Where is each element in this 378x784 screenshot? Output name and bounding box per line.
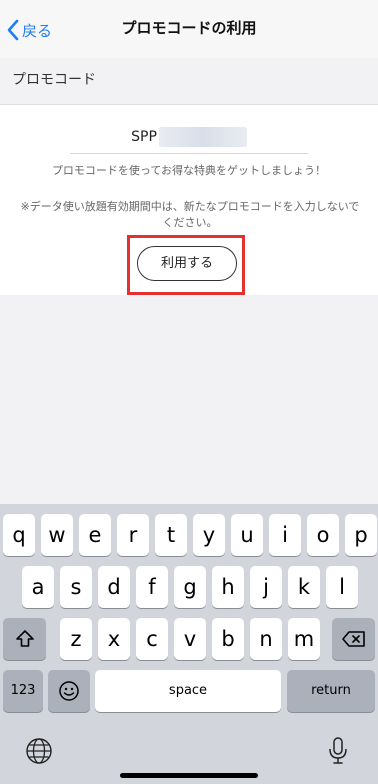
promo-code-value: SPP (131, 129, 157, 145)
key-i[interactable]: i (269, 514, 301, 556)
promo-code-underline (70, 153, 308, 154)
key-r[interactable]: r (117, 514, 149, 556)
key-h[interactable]: h (212, 566, 244, 608)
key-l[interactable]: l (326, 566, 358, 608)
key-x[interactable]: x (98, 618, 130, 660)
promo-description: プロモコードを使ってお得な特典をゲットしましょう！ (51, 164, 327, 177)
promo-note: ※データ使い放題有効期間中は、新たなプロモコードを入力しないでください。 (20, 200, 360, 229)
key-a[interactable]: a (22, 566, 54, 608)
navigation-bar: 戻る プロモコードの利用 (0, 0, 378, 59)
emoji-icon (59, 681, 79, 701)
key-q[interactable]: q (3, 514, 35, 556)
key-m[interactable]: m (288, 618, 320, 660)
key-n[interactable]: n (250, 618, 282, 660)
key-j[interactable]: j (250, 566, 282, 608)
keyboard: q w e r t y u i o p a s d f g h j k l z … (0, 504, 378, 784)
backspace-key[interactable] (332, 618, 375, 660)
key-d[interactable]: d (98, 566, 130, 608)
promo-code-redacted (158, 127, 247, 147)
key-y[interactable]: y (193, 514, 225, 556)
key-u[interactable]: u (231, 514, 263, 556)
return-key[interactable]: return (287, 670, 375, 712)
numbers-key[interactable]: 123 (3, 670, 43, 712)
emoji-key[interactable] (48, 670, 90, 712)
key-g[interactable]: g (174, 566, 206, 608)
key-f[interactable]: f (136, 566, 168, 608)
promo-code-field[interactable]: SPP (0, 127, 378, 147)
page-title: プロモコードの利用 (121, 19, 257, 37)
section-header-label: プロモコード (12, 72, 96, 88)
key-w[interactable]: w (41, 514, 73, 556)
section-header: プロモコード (0, 58, 378, 105)
shift-key[interactable] (3, 618, 46, 660)
shift-icon (15, 630, 34, 647)
space-key[interactable]: space (95, 670, 281, 712)
key-e[interactable]: e (79, 514, 111, 556)
key-b[interactable]: b (212, 618, 244, 660)
key-t[interactable]: t (155, 514, 187, 556)
promo-card: SPP プロモコードを使ってお得な特典をゲットしましょう！ ※データ使い放題有効… (0, 105, 378, 295)
key-p[interactable]: p (345, 514, 377, 556)
key-v[interactable]: v (174, 618, 206, 660)
backspace-icon (341, 631, 365, 647)
key-o[interactable]: o (307, 514, 339, 556)
key-s[interactable]: s (60, 566, 92, 608)
home-indicator (120, 773, 258, 778)
key-k[interactable]: k (288, 566, 320, 608)
key-c[interactable]: c (136, 618, 168, 660)
microphone-icon[interactable] (327, 736, 349, 766)
key-z[interactable]: z (60, 618, 92, 660)
globe-icon[interactable] (25, 737, 53, 765)
use-button[interactable]: 利用する (137, 246, 237, 281)
